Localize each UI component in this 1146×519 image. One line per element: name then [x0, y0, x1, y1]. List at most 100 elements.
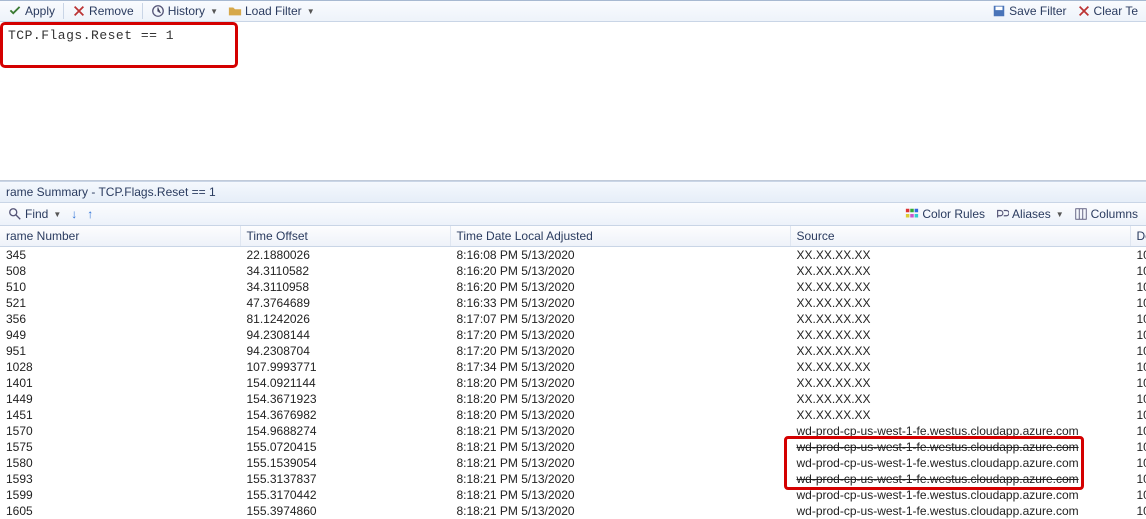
chevron-down-icon: ▼	[53, 210, 61, 219]
cell-time-offset: 155.3974860	[240, 503, 450, 519]
cell-source: wd-prod-cp-us-west-1-fe.westus.cloudapp.…	[790, 439, 1130, 455]
table-row[interactable]: 50834.31105828:16:20 PM 5/13/2020XX.XX.X…	[0, 263, 1146, 279]
toolbar-separator	[142, 3, 143, 19]
aliases-icon	[995, 207, 1009, 221]
cell-time-date: 8:17:20 PM 5/13/2020	[450, 343, 790, 359]
table-row[interactable]: 1575155.07204158:18:21 PM 5/13/2020wd-pr…	[0, 439, 1146, 455]
cell-source: wd-prod-cp-us-west-1-fe.westus.cloudapp.…	[790, 487, 1130, 503]
save-filter-label: Save Filter	[1009, 4, 1066, 18]
filter-toolbar: Apply Remove History ▼ Load Filter ▼ Sav…	[0, 1, 1146, 22]
table-row[interactable]: 95194.23087048:17:20 PM 5/13/2020XX.XX.X…	[0, 343, 1146, 359]
cell-destination: 10.	[1130, 423, 1146, 439]
cell-frame-number: 951	[0, 343, 240, 359]
cell-frame-number: 1449	[0, 391, 240, 407]
save-filter-button[interactable]: Save Filter	[988, 4, 1070, 18]
find-next-button[interactable]: ↓	[67, 207, 81, 221]
table-row[interactable]: 1580155.15390548:18:21 PM 5/13/2020wd-pr…	[0, 455, 1146, 471]
cell-source: wd-prod-cp-us-west-1-fe.westus.cloudapp.…	[790, 503, 1130, 519]
cell-source: XX.XX.XX.XX	[790, 279, 1130, 295]
remove-filter-button[interactable]: Remove	[68, 4, 138, 18]
table-row[interactable]: 1593155.31378378:18:21 PM 5/13/2020wd-pr…	[0, 471, 1146, 487]
cell-time-date: 8:16:33 PM 5/13/2020	[450, 295, 790, 311]
cell-time-date: 8:18:21 PM 5/13/2020	[450, 455, 790, 471]
filter-expression-text[interactable]: TCP.Flags.Reset == 1	[0, 22, 1146, 49]
cell-source: XX.XX.XX.XX	[790, 327, 1130, 343]
color-rules-icon	[905, 207, 919, 221]
columns-dropdown[interactable]: Columns	[1070, 207, 1142, 221]
cell-frame-number: 949	[0, 327, 240, 343]
col-time-offset[interactable]: Time Offset	[240, 226, 450, 247]
cell-source: XX.XX.XX.XX	[790, 311, 1130, 327]
frames-table[interactable]: rame Number Time Offset Time Date Local …	[0, 226, 1146, 519]
frame-summary-title: rame Summary - TCP.Flags.Reset == 1	[0, 181, 1146, 203]
cell-frame-number: 345	[0, 247, 240, 264]
cell-frame-number: 1028	[0, 359, 240, 375]
table-row[interactable]: 35681.12420268:17:07 PM 5/13/2020XX.XX.X…	[0, 311, 1146, 327]
color-rules-button[interactable]: Color Rules	[901, 207, 989, 221]
cell-time-date: 8:18:20 PM 5/13/2020	[450, 375, 790, 391]
history-icon	[151, 4, 165, 18]
table-row[interactable]: 1599155.31704428:18:21 PM 5/13/2020wd-pr…	[0, 487, 1146, 503]
table-row[interactable]: 52147.37646898:16:33 PM 5/13/2020XX.XX.X…	[0, 295, 1146, 311]
cell-source: XX.XX.XX.XX	[790, 263, 1130, 279]
frame-summary-title-prefix: rame Summary -	[6, 185, 98, 199]
cell-frame-number: 1575	[0, 439, 240, 455]
cell-source: XX.XX.XX.XX	[790, 247, 1130, 264]
cell-destination: 10.	[1130, 487, 1146, 503]
cell-time-offset: 94.2308704	[240, 343, 450, 359]
cell-time-date: 8:17:34 PM 5/13/2020	[450, 359, 790, 375]
table-row[interactable]: 51034.31109588:16:20 PM 5/13/2020XX.XX.X…	[0, 279, 1146, 295]
frame-summary-toolbar: Find ▼ ↓ ↑ Color Rules Aliases ▼ Columns	[0, 203, 1146, 226]
cell-time-date: 8:18:21 PM 5/13/2020	[450, 503, 790, 519]
cell-source: wd-prod-cp-us-west-1-fe.westus.cloudapp.…	[790, 455, 1130, 471]
cell-time-date: 8:18:21 PM 5/13/2020	[450, 487, 790, 503]
cell-time-offset: 81.1242026	[240, 311, 450, 327]
col-source[interactable]: Source	[790, 226, 1130, 247]
cell-time-offset: 107.9993771	[240, 359, 450, 375]
table-row[interactable]: 34522.18800268:16:08 PM 5/13/2020XX.XX.X…	[0, 247, 1146, 264]
cell-time-offset: 94.2308144	[240, 327, 450, 343]
history-label: History	[168, 4, 205, 18]
clear-text-icon	[1077, 4, 1091, 18]
table-header-row: rame Number Time Offset Time Date Local …	[0, 226, 1146, 247]
remove-icon	[72, 4, 86, 18]
table-row[interactable]: 1449154.36719238:18:20 PM 5/13/2020XX.XX…	[0, 391, 1146, 407]
table-row[interactable]: 1605155.39748608:18:21 PM 5/13/2020wd-pr…	[0, 503, 1146, 519]
cell-source: XX.XX.XX.XX	[790, 359, 1130, 375]
find-dropdown[interactable]: Find ▼	[4, 207, 65, 221]
load-filter-dropdown[interactable]: Load Filter ▼	[224, 4, 319, 18]
table-row[interactable]: 94994.23081448:17:20 PM 5/13/2020XX.XX.X…	[0, 327, 1146, 343]
cell-destination: 10.	[1130, 471, 1146, 487]
table-row[interactable]: 1451154.36769828:18:20 PM 5/13/2020XX.XX…	[0, 407, 1146, 423]
apply-filter-label: Apply	[25, 4, 55, 18]
col-time-date[interactable]: Time Date Local Adjusted	[450, 226, 790, 247]
clear-text-label: Clear Te	[1094, 4, 1138, 18]
find-prev-button[interactable]: ↑	[83, 207, 97, 221]
cell-time-offset: 154.0921144	[240, 375, 450, 391]
cell-destination: 10.	[1130, 455, 1146, 471]
aliases-dropdown[interactable]: Aliases ▼	[991, 207, 1068, 221]
history-dropdown[interactable]: History ▼	[147, 4, 222, 18]
cell-frame-number: 356	[0, 311, 240, 327]
clear-text-button[interactable]: Clear Te	[1073, 4, 1142, 18]
apply-icon	[8, 4, 22, 18]
cell-destination: 10.	[1130, 503, 1146, 519]
table-row[interactable]: 1570154.96882748:18:21 PM 5/13/2020wd-pr…	[0, 423, 1146, 439]
cell-destination: 10.	[1130, 327, 1146, 343]
cell-source: wd-prod-cp-us-west-1-fe.westus.cloudapp.…	[790, 423, 1130, 439]
cell-destination: 10.	[1130, 391, 1146, 407]
col-destination[interactable]: De	[1130, 226, 1146, 247]
col-frame-number[interactable]: rame Number	[0, 226, 240, 247]
cell-time-date: 8:17:07 PM 5/13/2020	[450, 311, 790, 327]
cell-time-offset: 155.0720415	[240, 439, 450, 455]
filter-expression-area[interactable]: TCP.Flags.Reset == 1	[0, 22, 1146, 181]
cell-source: XX.XX.XX.XX	[790, 391, 1130, 407]
cell-time-date: 8:18:20 PM 5/13/2020	[450, 391, 790, 407]
cell-time-date: 8:18:21 PM 5/13/2020	[450, 439, 790, 455]
apply-filter-button[interactable]: Apply	[4, 4, 59, 18]
table-row[interactable]: 1401154.09211448:18:20 PM 5/13/2020XX.XX…	[0, 375, 1146, 391]
cell-time-offset: 34.3110582	[240, 263, 450, 279]
table-row[interactable]: 1028107.99937718:17:34 PM 5/13/2020XX.XX…	[0, 359, 1146, 375]
cell-frame-number: 1580	[0, 455, 240, 471]
save-filter-icon	[992, 4, 1006, 18]
